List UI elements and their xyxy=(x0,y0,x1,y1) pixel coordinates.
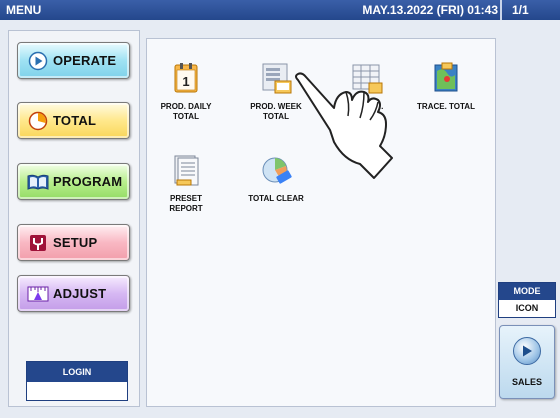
clear-eraser-icon xyxy=(259,153,293,187)
total-clock-icon xyxy=(27,111,49,131)
operate-label: OPERATE xyxy=(53,53,117,68)
report-document-icon xyxy=(169,153,203,187)
page-indicator: 1/1 xyxy=(512,3,529,17)
mode-value: ICON xyxy=(515,303,539,313)
svg-text:1: 1 xyxy=(182,74,189,89)
date-time: MAY.13.2022 (FRI) 01:43 xyxy=(362,3,498,17)
program-book-icon xyxy=(27,172,49,192)
total-button[interactable]: TOTAL xyxy=(17,102,130,139)
setup-label: SETUP xyxy=(53,235,98,250)
adjust-button[interactable]: ADJUST xyxy=(17,275,130,312)
pointing-hand-icon xyxy=(295,72,393,179)
login-box[interactable]: LOGIN xyxy=(26,361,128,401)
title-divider xyxy=(500,0,502,20)
mode-label: MODE xyxy=(499,283,555,300)
tile-preset-report[interactable]: PRESET REPORT xyxy=(147,141,225,221)
title-bar: MENU MAY.13.2022 (FRI) 01:43 1/1 xyxy=(0,0,560,20)
adjust-scale-icon xyxy=(27,284,49,304)
tile-label: PRESET REPORT xyxy=(169,194,203,213)
sales-label: SALES xyxy=(511,377,542,387)
total-label: TOTAL xyxy=(53,113,97,128)
tile-label: TOTAL CLEAR xyxy=(248,194,304,203)
mode-indicator[interactable]: MODE ICON xyxy=(498,282,556,318)
login-value xyxy=(27,382,127,400)
menu-screen: MENU MAY.13.2022 (FRI) 01:43 1/1 OPERATE xyxy=(0,0,560,418)
weekly-report-icon xyxy=(259,61,293,95)
setup-button[interactable]: SETUP xyxy=(17,224,130,261)
trace-map-icon xyxy=(429,61,463,95)
left-menu-panel: OPERATE TOTAL PROGRAM SETUP ADJUST LOGIN xyxy=(8,30,140,407)
tile-label: PROD. DAILY TOTAL xyxy=(160,102,212,121)
sales-button[interactable]: SALES xyxy=(499,325,555,399)
program-button[interactable]: PROGRAM xyxy=(17,163,130,200)
play-circle-icon xyxy=(513,337,541,365)
login-label: LOGIN xyxy=(27,362,127,382)
tile-prod-daily-total[interactable]: 1 PROD. DAILY TOTAL xyxy=(147,49,225,129)
calendar-icon: 1 xyxy=(169,61,203,95)
operate-button[interactable]: OPERATE xyxy=(17,42,130,79)
adjust-label: ADJUST xyxy=(53,286,107,301)
setup-wrench-icon xyxy=(27,233,49,253)
program-label: PROGRAM xyxy=(53,174,123,189)
screen-title: MENU xyxy=(6,3,42,17)
operate-circle-icon xyxy=(27,51,49,71)
